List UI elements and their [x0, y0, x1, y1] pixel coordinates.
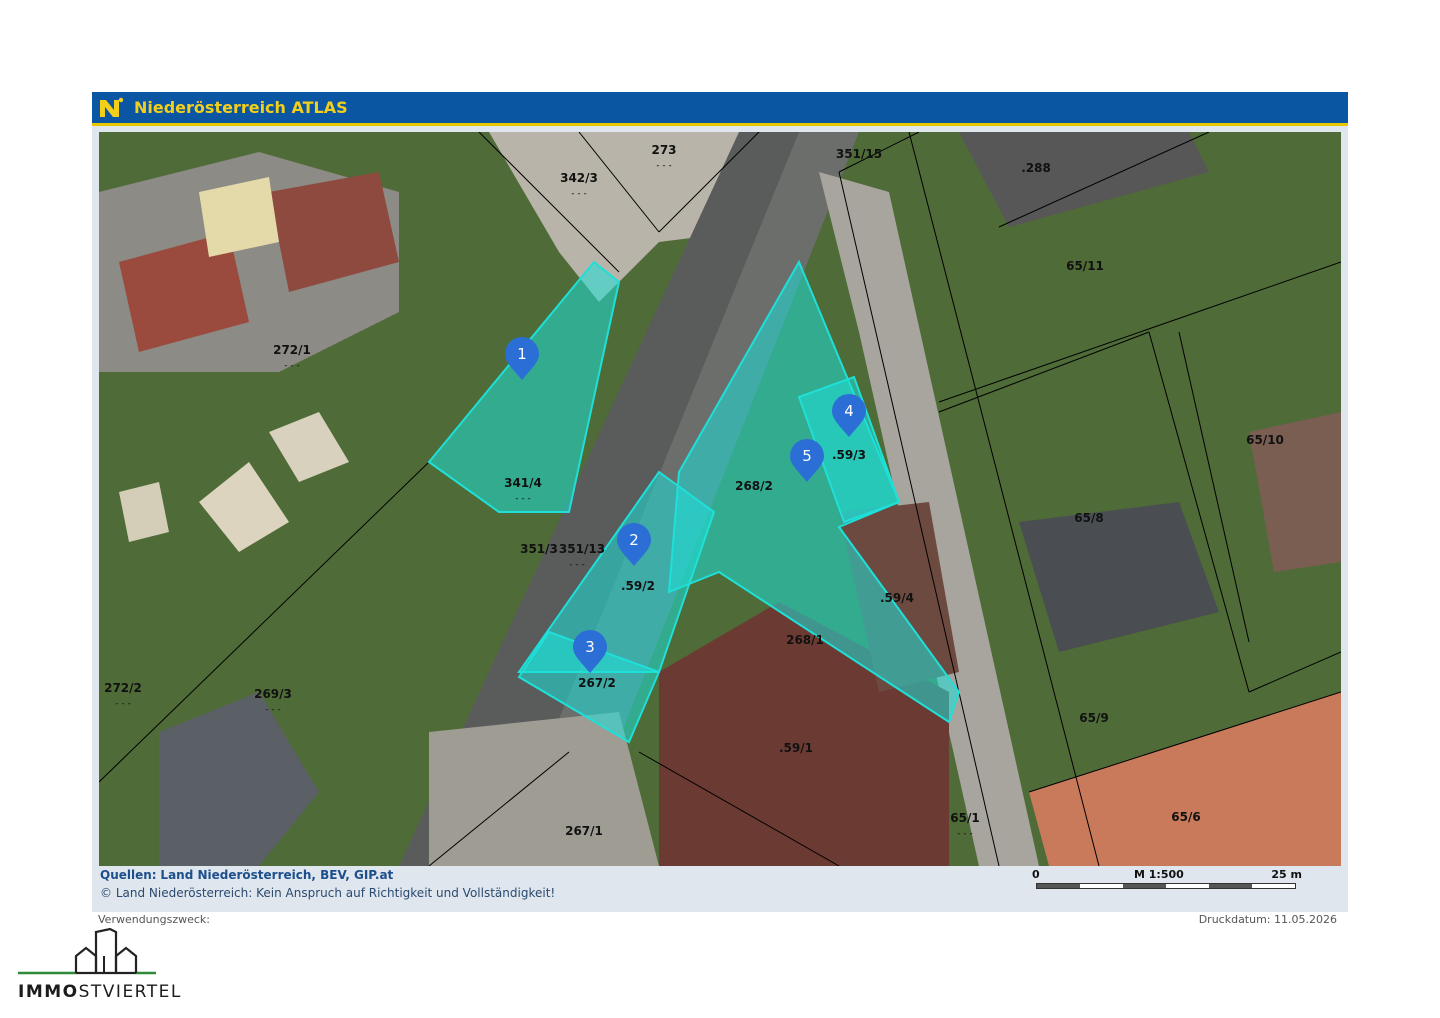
print-date: Druckdatum: 11.05.2026: [1198, 913, 1337, 926]
skyline-logo-icon: [18, 927, 156, 975]
svg-text:2: 2: [629, 531, 639, 549]
aerial-map[interactable]: 273 - - - 342/3 - - - 351/15 .288 65/11 …: [99, 132, 1341, 866]
usage-label: Verwendungszweck:: [98, 913, 210, 926]
brand-name: IMMOSTVIERTEL: [18, 982, 182, 1002]
svg-text:1: 1: [517, 345, 527, 363]
svg-text:4: 4: [844, 402, 854, 420]
scale-start: 0: [1032, 868, 1040, 881]
parcel-label: 65/9: [1079, 711, 1108, 725]
map-view[interactable]: 273 - - - 342/3 - - - 351/15 .288 65/11 …: [99, 132, 1341, 866]
scale-bar: 0 M 1:500 25 m: [1032, 868, 1302, 898]
atlas-header: Niederösterreich ATLAS: [92, 92, 1348, 126]
parcel-label: 65/11: [1066, 259, 1104, 273]
parcel-label: 267/2: [578, 676, 616, 690]
parcel-label: 267/1: [565, 824, 603, 838]
parcel-label: .288: [1021, 161, 1051, 175]
parcel-label: 351/3: [520, 542, 558, 556]
parcel-label: 273: [651, 143, 676, 157]
parcel-dots: - - -: [571, 189, 586, 199]
source-line: Quellen: Land Niederösterreich, BEV, GIP…: [100, 868, 393, 882]
parcel-label: 272/1: [273, 343, 311, 357]
parcel-label: 268/1: [786, 633, 824, 647]
scale-end: 25 m: [1271, 868, 1302, 881]
source-text: Land Niederösterreich, BEV, GIP.at: [160, 868, 394, 882]
parcel-dots: - - -: [284, 361, 299, 371]
parcel-label: 65/10: [1246, 433, 1284, 447]
atlas-title: Niederösterreich ATLAS: [134, 98, 348, 117]
parcel-label: 269/3: [254, 687, 292, 701]
parcel-label: 342/3: [560, 171, 598, 185]
svg-text:3: 3: [585, 638, 595, 656]
scale-ratio: M 1:500: [1134, 868, 1184, 881]
brand-logo: IMMOSTVIERTEL: [18, 926, 218, 1006]
copyright-notice: © Land Niederösterreich: Kein Anspruch a…: [100, 886, 556, 900]
parcel-label: 341/4: [504, 476, 542, 490]
parcel-label: 65/8: [1074, 511, 1103, 525]
svg-text:5: 5: [802, 447, 812, 465]
parcel-label: .59/3: [832, 448, 866, 462]
parcel-label: .59/1: [779, 741, 813, 755]
parcel-dots: - - -: [569, 560, 584, 570]
source-label: Quellen:: [100, 868, 157, 882]
parcel-label: 272/2: [104, 681, 142, 695]
parcel-label: .59/4: [880, 591, 914, 605]
noe-logo-icon: [100, 97, 124, 117]
parcel-dots: - - -: [265, 705, 280, 715]
parcel-label: 268/2: [735, 479, 773, 493]
parcel-dots: - - -: [957, 829, 972, 839]
parcel-label: 351/15: [836, 147, 882, 161]
parcel-label: 65/1: [950, 811, 979, 825]
scale-graphic: [1036, 883, 1296, 889]
parcel-dots: - - -: [656, 161, 671, 171]
parcel-label: 65/6: [1171, 810, 1200, 824]
parcel-dots: - - -: [515, 494, 530, 504]
parcel-dots: - - -: [115, 699, 130, 709]
atlas-frame: Niederösterreich ATLAS 273 - - - 342/3 -…: [92, 92, 1348, 912]
parcel-label: .59/2: [621, 579, 655, 593]
parcel-label: 351/13: [559, 542, 605, 556]
